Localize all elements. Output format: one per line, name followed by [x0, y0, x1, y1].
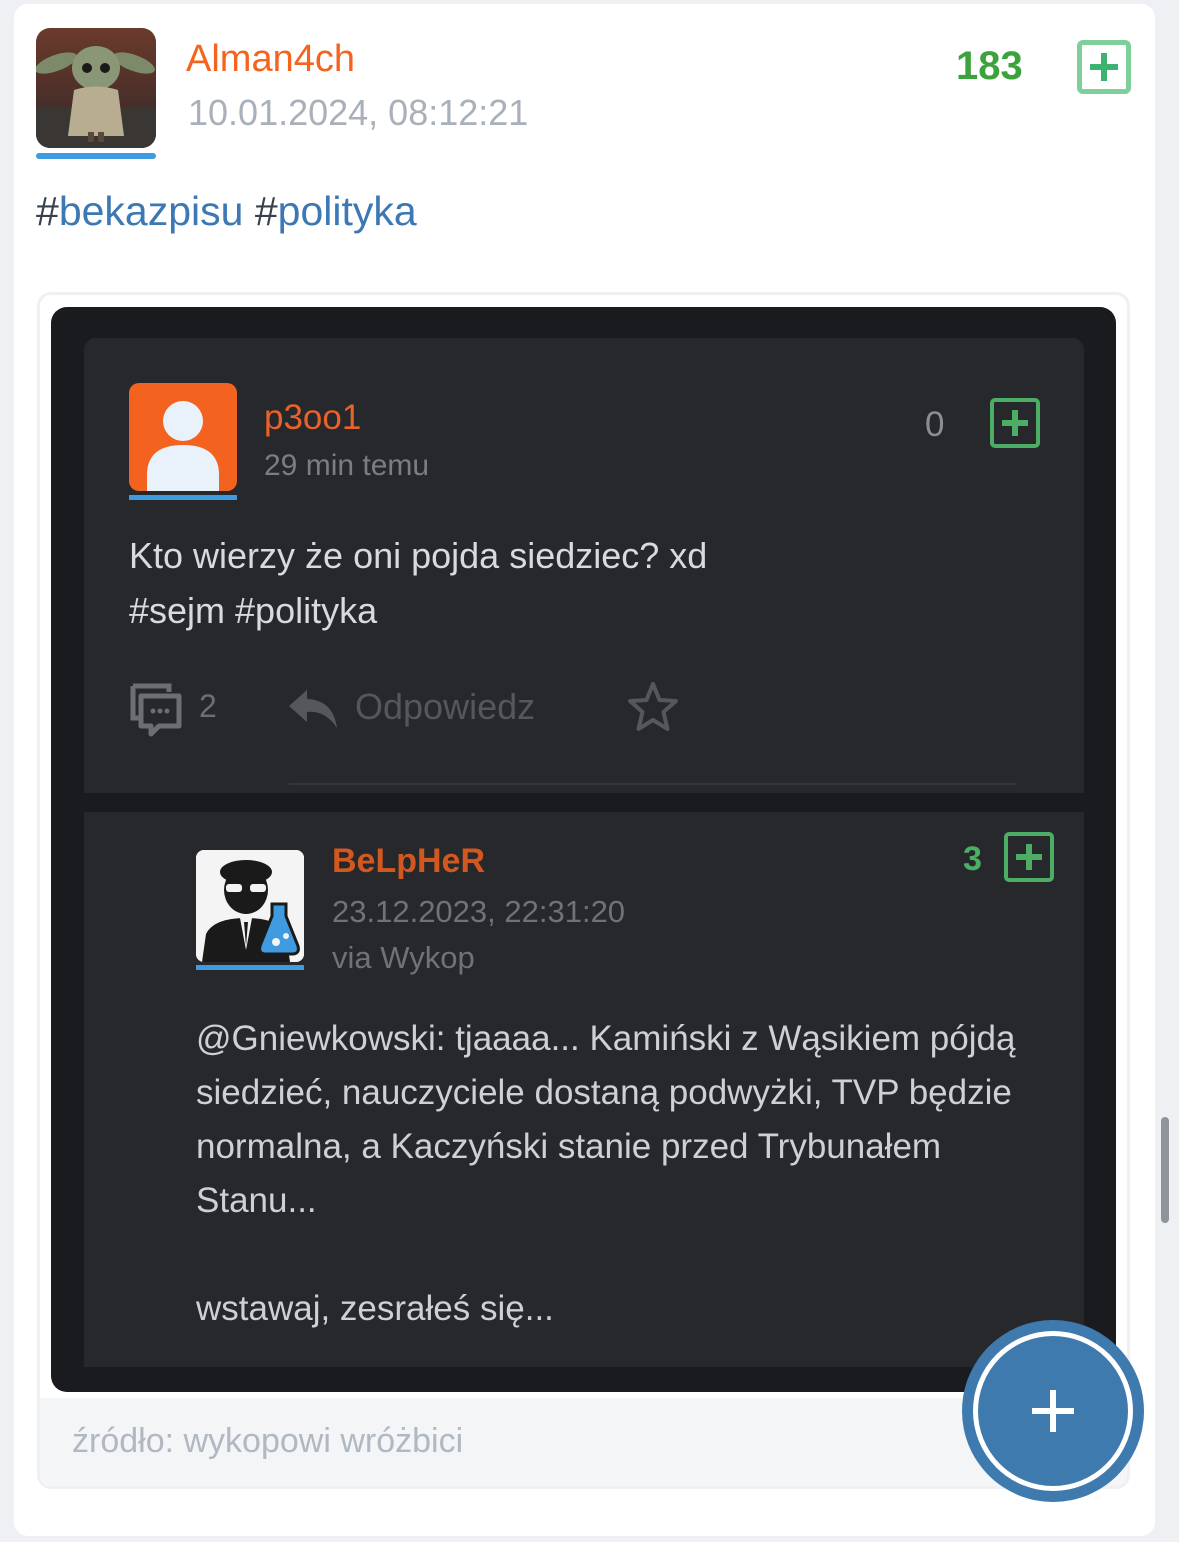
reply-plus-icon: [1004, 832, 1054, 882]
plus-icon: [1090, 53, 1118, 81]
entry-tags: #bekazpisu #polityka: [36, 188, 417, 235]
avatar-underline: [36, 153, 156, 159]
divider: [289, 783, 1017, 785]
post-score: 0: [925, 405, 945, 444]
avatar-underline: [129, 495, 237, 500]
post-body: Kto wierzy że oni pojda siedziec? xd #se…: [129, 528, 707, 638]
add-fab-button[interactable]: [962, 1320, 1144, 1502]
tag-bekazpisu[interactable]: bekazpisu: [59, 188, 244, 234]
comments-count: 2: [199, 688, 217, 724]
reply-paragraph: wstawaj, zesrałeś się...: [196, 1289, 554, 1328]
reply-score: 3: [963, 840, 982, 878]
post-time: 29 min temu: [264, 449, 430, 482]
default-avatar-icon: [129, 383, 237, 491]
author-avatar[interactable]: [36, 28, 156, 148]
screenshot-reply: BeLpHeR 23.12.2023, 22:31:20 via Wykop 3…: [84, 812, 1084, 1367]
vote-count: 183: [956, 44, 1023, 88]
scientist-avatar-icon: [196, 850, 304, 962]
post-text: Kto wierzy że oni pojda siedziec? xd: [129, 535, 708, 576]
post-plus-icon: [990, 398, 1040, 448]
star-icon: [628, 682, 678, 731]
tag-hash: #: [36, 188, 59, 234]
author-name[interactable]: Alman4ch: [186, 38, 355, 81]
screenshot-post: p3oo1 29 min temu 0 Kto wierzy że oni po…: [84, 338, 1084, 793]
upvote-button[interactable]: [1077, 40, 1131, 94]
embed-source: źródło: wykopowi wróżbici: [72, 1422, 464, 1460]
post-actions: 2 Odpowiedz: [129, 678, 729, 738]
entry-date[interactable]: 10.01.2024, 08:12:21: [188, 92, 528, 134]
embedded-screenshot[interactable]: p3oo1 29 min temu 0 Kto wierzy że oni po…: [51, 307, 1116, 1392]
reply-label: Odpowiedz: [355, 686, 536, 727]
post-author: p3oo1: [264, 398, 362, 437]
avatar-underline: [196, 965, 304, 970]
reply-date: 23.12.2023, 22:31:20: [332, 894, 626, 929]
reply-body: @Gniewkowski: tjaaaa... Kamiński z Wąsik…: [196, 1012, 1056, 1336]
reply-via: via Wykop: [332, 940, 475, 975]
reply-author: BeLpHeR: [332, 842, 486, 880]
reply-paragraph: @Gniewkowski: tjaaaa... Kamiński z Wąsik…: [196, 1019, 1016, 1220]
scrollbar-thumb[interactable]: [1161, 1117, 1169, 1223]
post-tags: #sejm #polityka: [129, 590, 378, 631]
tag-polityka[interactable]: polityka: [278, 188, 417, 234]
reply-icon: [289, 690, 337, 728]
plus-icon: [1032, 1390, 1074, 1432]
tag-hash: #: [254, 188, 278, 234]
comments-icon: [130, 683, 182, 737]
